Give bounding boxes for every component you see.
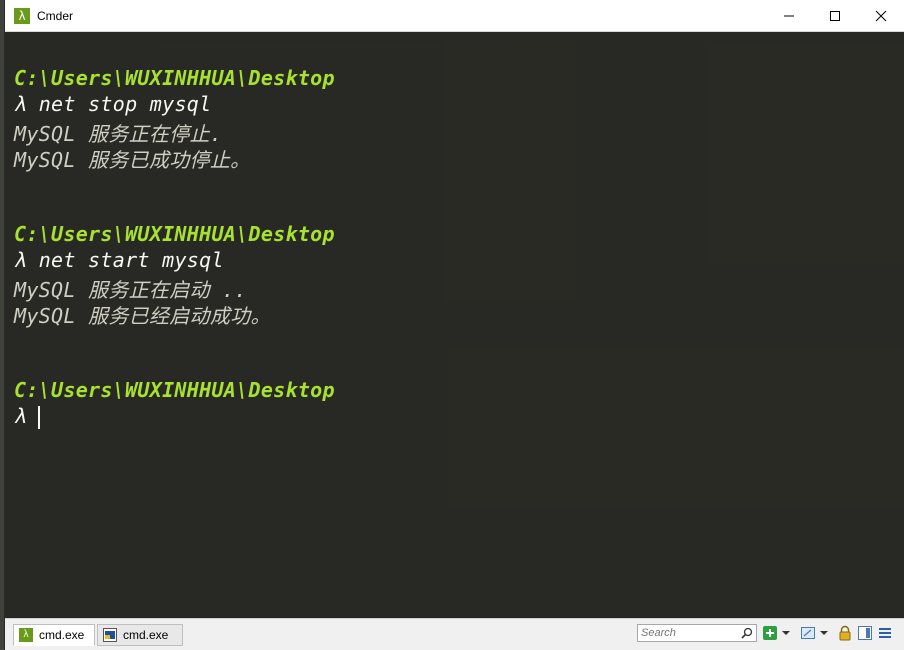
lock-button[interactable] (837, 625, 853, 641)
menu-button[interactable] (877, 625, 893, 641)
text-cursor (38, 406, 40, 429)
prompt-path: C:\Users\WUXINHHUA\Desktop (14, 66, 335, 90)
close-button[interactable] (858, 0, 904, 31)
title-bar[interactable]: λ Cmder (5, 0, 904, 32)
command-text: net start mysql (38, 248, 224, 272)
cmder-lambda-icon: λ (14, 7, 30, 24)
split-view-button[interactable] (800, 625, 816, 641)
hamburger-menu-icon (879, 628, 891, 638)
search-input[interactable] (638, 626, 741, 640)
output-line: MySQL 服务已成功停止。 (14, 148, 251, 172)
minimize-icon (784, 15, 794, 16)
status-bar: λ cmd.exe cmd.exe (5, 618, 904, 650)
cmder-window: λ Cmder C:\Users\WUXINHHUA\Desktop λ net… (5, 0, 904, 650)
new-console-dropdown[interactable] (781, 625, 791, 641)
panel-button[interactable] (857, 625, 873, 641)
output-line: MySQL 服务正在启动 .. (14, 278, 247, 302)
plus-icon (763, 626, 777, 640)
window-split-icon (801, 627, 815, 639)
prompt-lambda: λ (14, 248, 27, 272)
search-icon (741, 627, 753, 639)
terminal-console[interactable]: C:\Users\WUXINHHUA\Desktop λ net stop my… (5, 32, 904, 618)
prompt-lambda: λ (14, 92, 27, 116)
cmd-icon (103, 628, 117, 642)
split-view-dropdown[interactable] (819, 625, 829, 641)
close-icon (875, 10, 887, 21)
tab-cmd-1[interactable]: λ cmd.exe (13, 624, 95, 646)
lock-icon (839, 625, 851, 641)
tab-label: cmd.exe (123, 628, 169, 642)
output-line: MySQL 服务已经启动成功。 (14, 304, 271, 328)
command-text: net stop mysql (38, 92, 212, 116)
search-box[interactable] (637, 624, 757, 642)
tab-label: cmd.exe (39, 628, 85, 642)
maximize-icon (830, 10, 840, 21)
window-title: Cmder (37, 8, 74, 23)
panel-layout-icon (858, 626, 872, 640)
window-controls (766, 0, 904, 31)
output-line: MySQL 服务正在停止. (14, 122, 223, 146)
prompt-path: C:\Users\WUXINHHUA\Desktop (14, 378, 335, 402)
new-console-button[interactable] (762, 625, 778, 641)
minimize-button[interactable] (766, 0, 812, 31)
command-line: λ (14, 404, 39, 428)
command-line: λ net stop mysql (14, 92, 211, 116)
chevron-down-icon (820, 631, 828, 635)
maximize-button[interactable] (812, 0, 858, 31)
prompt-lambda: λ (14, 404, 27, 428)
chevron-down-icon (782, 631, 790, 635)
tab-cmd-2[interactable]: cmd.exe (97, 624, 183, 646)
prompt-path: C:\Users\WUXINHHUA\Desktop (14, 222, 335, 246)
cmder-lambda-icon: λ (19, 628, 33, 642)
command-line: λ net start mysql (14, 248, 224, 272)
